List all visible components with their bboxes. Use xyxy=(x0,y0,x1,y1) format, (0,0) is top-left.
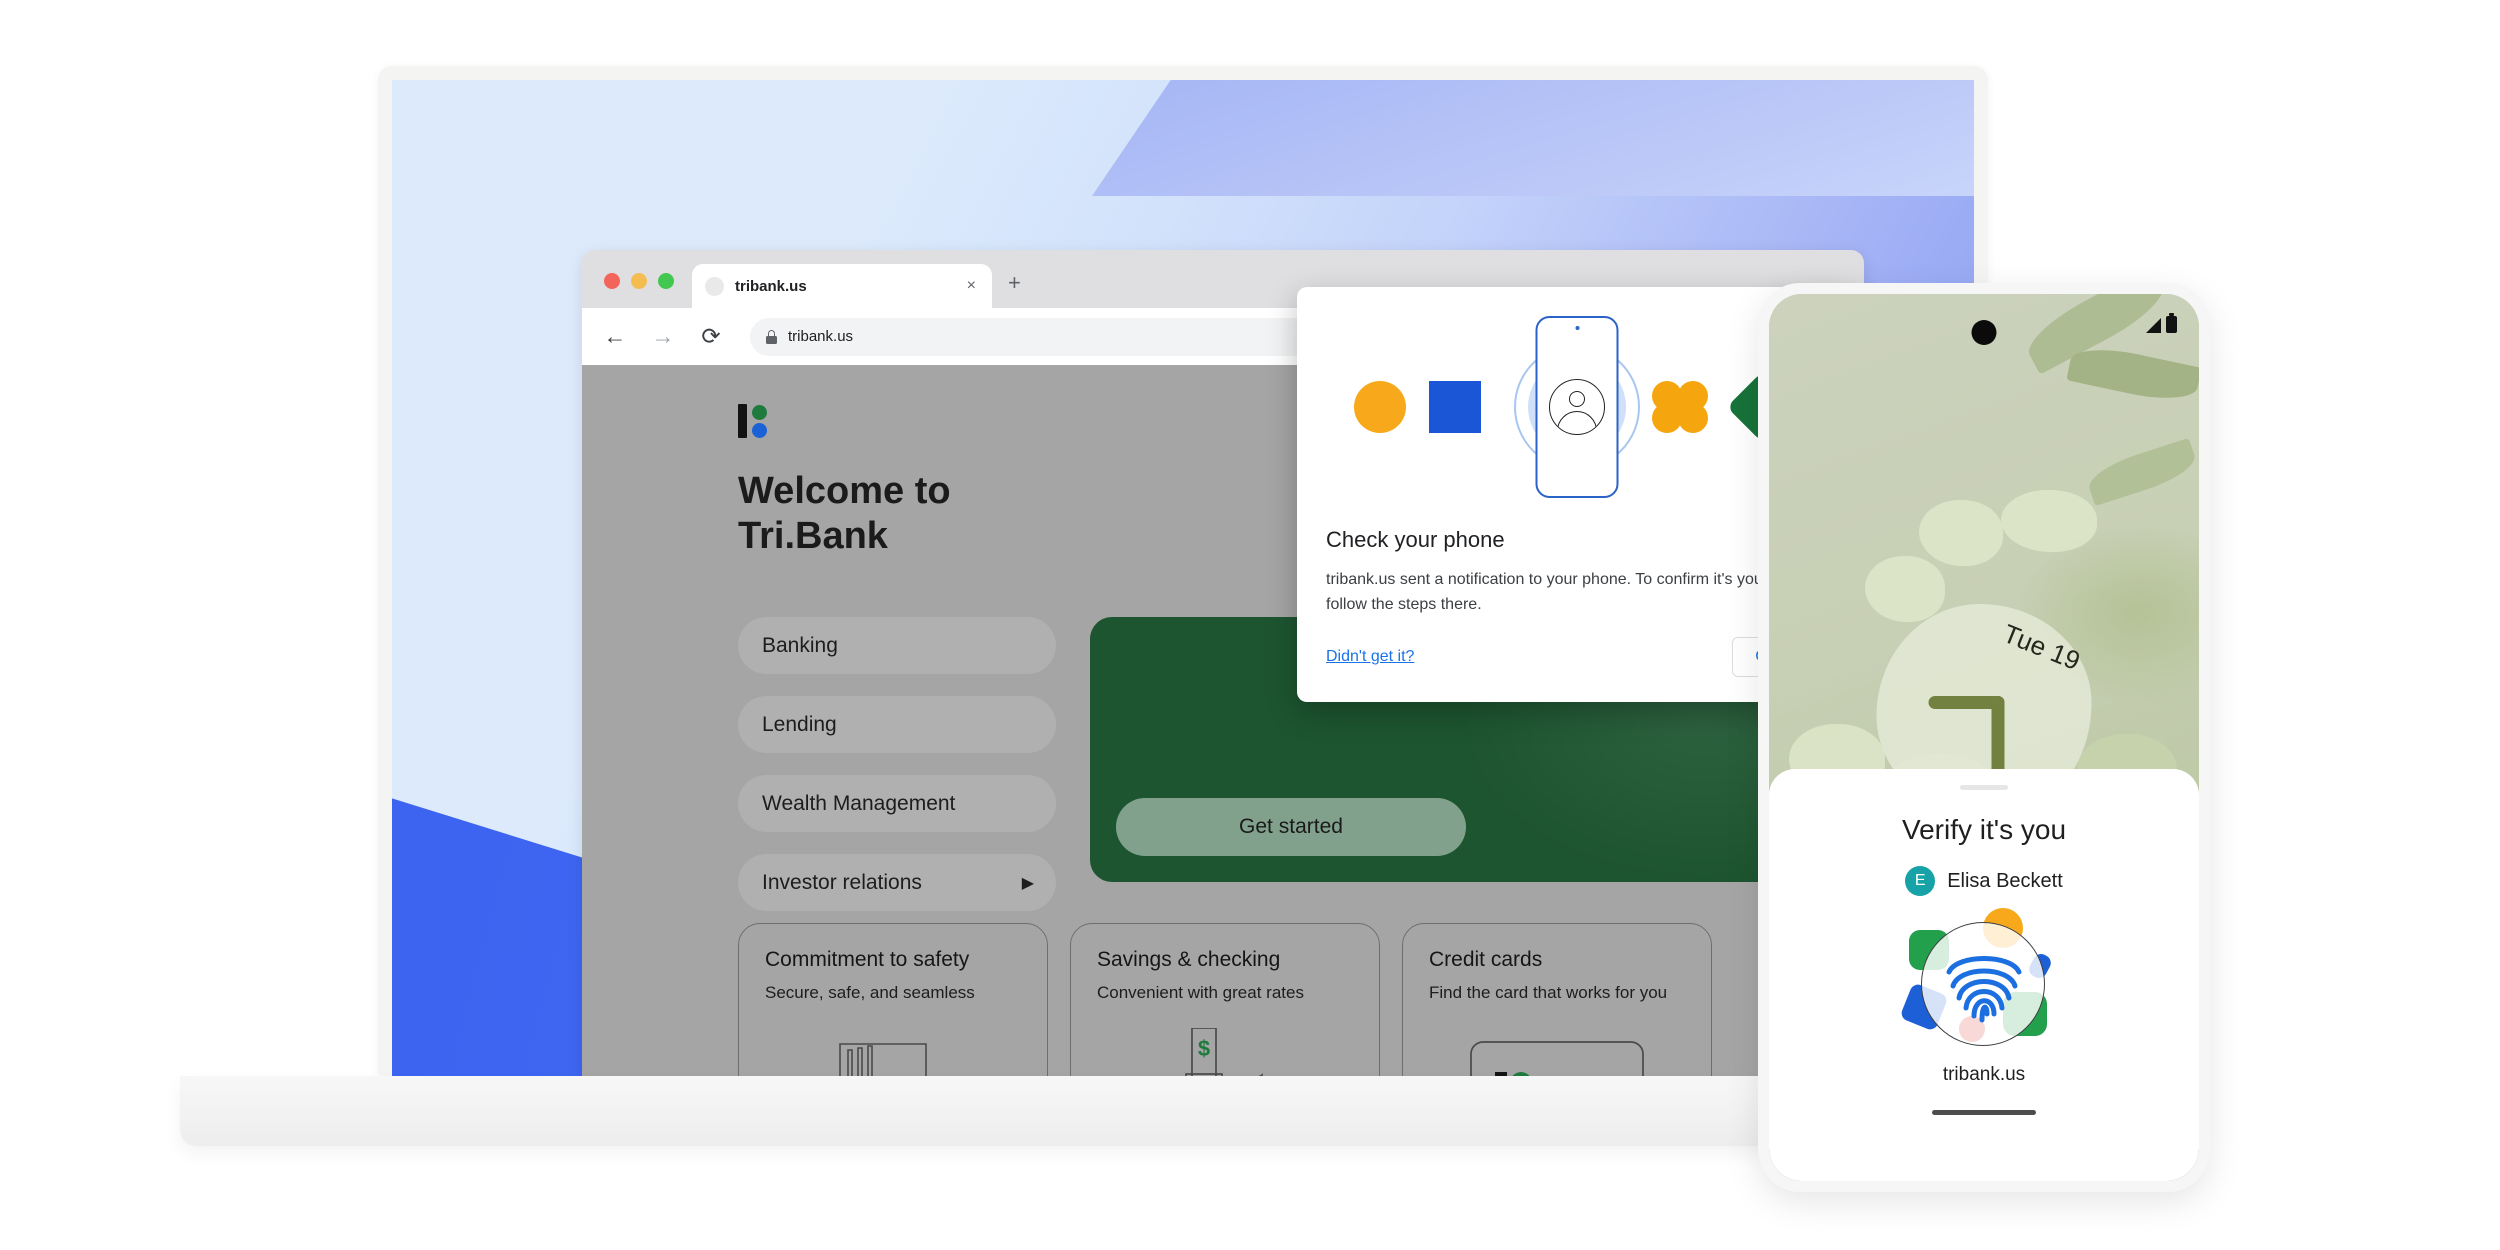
sidebar-item-label: Wealth Management xyxy=(762,791,956,815)
sidebar-item-lending[interactable]: Lending xyxy=(738,696,1056,753)
maximize-window-button[interactable] xyxy=(658,273,674,289)
browser-tab[interactable]: tribank.us × xyxy=(692,264,992,308)
card-subtitle: Convenient with great rates xyxy=(1097,983,1304,1002)
lock-icon xyxy=(766,329,777,344)
feature-card-credit-cards[interactable]: Credit cards Find the card that works fo… xyxy=(1402,923,1712,1076)
sheet-grabber-handle[interactable] xyxy=(1960,785,2008,790)
blue-scallop-shape xyxy=(1429,381,1481,433)
shield-icon xyxy=(739,1028,1047,1076)
wallpaper-diagonal xyxy=(1092,80,1974,196)
sidebar-item-wealth-management[interactable]: Wealth Management xyxy=(738,775,1056,832)
brand-block: Welcome to Tri.Bank xyxy=(738,401,951,559)
feature-card-commitment-to-safety[interactable]: Commitment to safety Secure, safe, and s… xyxy=(738,923,1048,1076)
card-subtitle: Find the card that works for you xyxy=(1429,983,1668,1002)
close-window-button[interactable] xyxy=(604,273,620,289)
laptop-device: tribank.us × + ← → ⟳ tribank.us Welcome … xyxy=(180,66,2186,1146)
sidebar-item-label: Investor relations xyxy=(762,870,922,894)
sheet-user: E Elisa Beckett xyxy=(1905,866,2063,896)
chevron-right-icon: ▶ xyxy=(1021,874,1034,892)
status-bar-icons xyxy=(2146,313,2177,333)
dialog-description: tribank.us sent a notification to your p… xyxy=(1326,571,1768,613)
screenshot-canvas: tribank.us × + ← → ⟳ tribank.us Welcome … xyxy=(0,0,2500,1250)
card-title: Commitment to safety xyxy=(765,948,970,971)
avatar: E xyxy=(1905,866,1936,896)
sidebar-item-investor-relations[interactable]: Investor relations ▶ xyxy=(738,854,1056,911)
sheet-domain: tribank.us xyxy=(1942,1064,2026,1085)
card-title: Savings & checking xyxy=(1097,948,1281,971)
feature-cards: Commitment to safety Secure, safe, and s… xyxy=(738,923,1712,1076)
laptop-lid: tribank.us × + ← → ⟳ tribank.us Welcome … xyxy=(378,66,1988,1089)
new-tab-button[interactable]: + xyxy=(992,272,1021,308)
didnt-get-it-link[interactable]: Didn't get it? xyxy=(1326,648,1414,666)
tribank-logo-icon xyxy=(738,401,951,441)
sidebar-item-label: Lending xyxy=(762,712,837,736)
clock-hand-vertical xyxy=(1991,696,2005,778)
minimize-window-button[interactable] xyxy=(631,273,647,289)
close-icon[interactable]: × xyxy=(964,278,979,294)
sidebar-item-label: Banking xyxy=(762,633,838,657)
tab-title: tribank.us xyxy=(735,277,807,295)
laptop-screen: tribank.us × + ← → ⟳ tribank.us Welcome … xyxy=(392,80,1974,1076)
get-started-label: Get started xyxy=(1239,815,1343,838)
feature-card-savings-checking[interactable]: Savings & checking Convenient with great… xyxy=(1070,923,1380,1076)
sidebar-item-banking[interactable]: Banking xyxy=(738,617,1056,674)
card-title: Credit cards xyxy=(1429,948,1543,971)
page-title: Welcome to Tri.Bank xyxy=(738,470,951,557)
piggy-bank-icon: $ xyxy=(1071,1028,1379,1076)
front-camera-icon xyxy=(1971,320,1997,345)
address-bar-url: tribank.us xyxy=(788,328,854,345)
page-favicon-icon xyxy=(705,276,724,296)
credit-card-icon xyxy=(1403,1028,1711,1076)
fingerprint-icon[interactable] xyxy=(1899,908,2069,1058)
sheet-title: Verify it's you xyxy=(1901,814,2067,845)
fingerprint-ridges xyxy=(1946,956,2022,1023)
navigation-handle[interactable] xyxy=(1932,1110,2036,1115)
signal-icon xyxy=(2146,318,2161,333)
avatar-icon xyxy=(1549,379,1605,435)
site-nav-list: Banking Lending Wealth Management Invest… xyxy=(738,617,1056,933)
phone-screen: Tue 19 Verify it's you E Elisa Beckett t… xyxy=(1769,294,2199,1181)
dialog-title: Check your phone xyxy=(1326,527,1505,552)
get-started-button[interactable]: Get started xyxy=(1116,798,1466,856)
card-subtitle: Secure, safe, and seamless xyxy=(765,983,975,1002)
phone-frame: Tue 19 Verify it's you E Elisa Beckett t… xyxy=(1758,283,2210,1192)
orange-circle-shape xyxy=(1354,381,1406,433)
forward-icon[interactable]: → xyxy=(646,325,680,348)
back-icon[interactable]: ← xyxy=(598,325,632,348)
phone-device: Tue 19 Verify it's you E Elisa Beckett t… xyxy=(1758,283,2210,1192)
verify-its-you-sheet: Verify it's you E Elisa Beckett tribank.… xyxy=(1769,769,2199,1181)
window-traffic-lights[interactable] xyxy=(600,273,692,308)
reload-icon[interactable]: ⟳ xyxy=(694,325,728,348)
battery-icon xyxy=(2166,313,2177,333)
orange-clover-shape xyxy=(1652,381,1708,433)
svg-text:$: $ xyxy=(1198,1036,1210,1061)
sheet-user-name: Elisa Beckett xyxy=(1947,869,2063,892)
